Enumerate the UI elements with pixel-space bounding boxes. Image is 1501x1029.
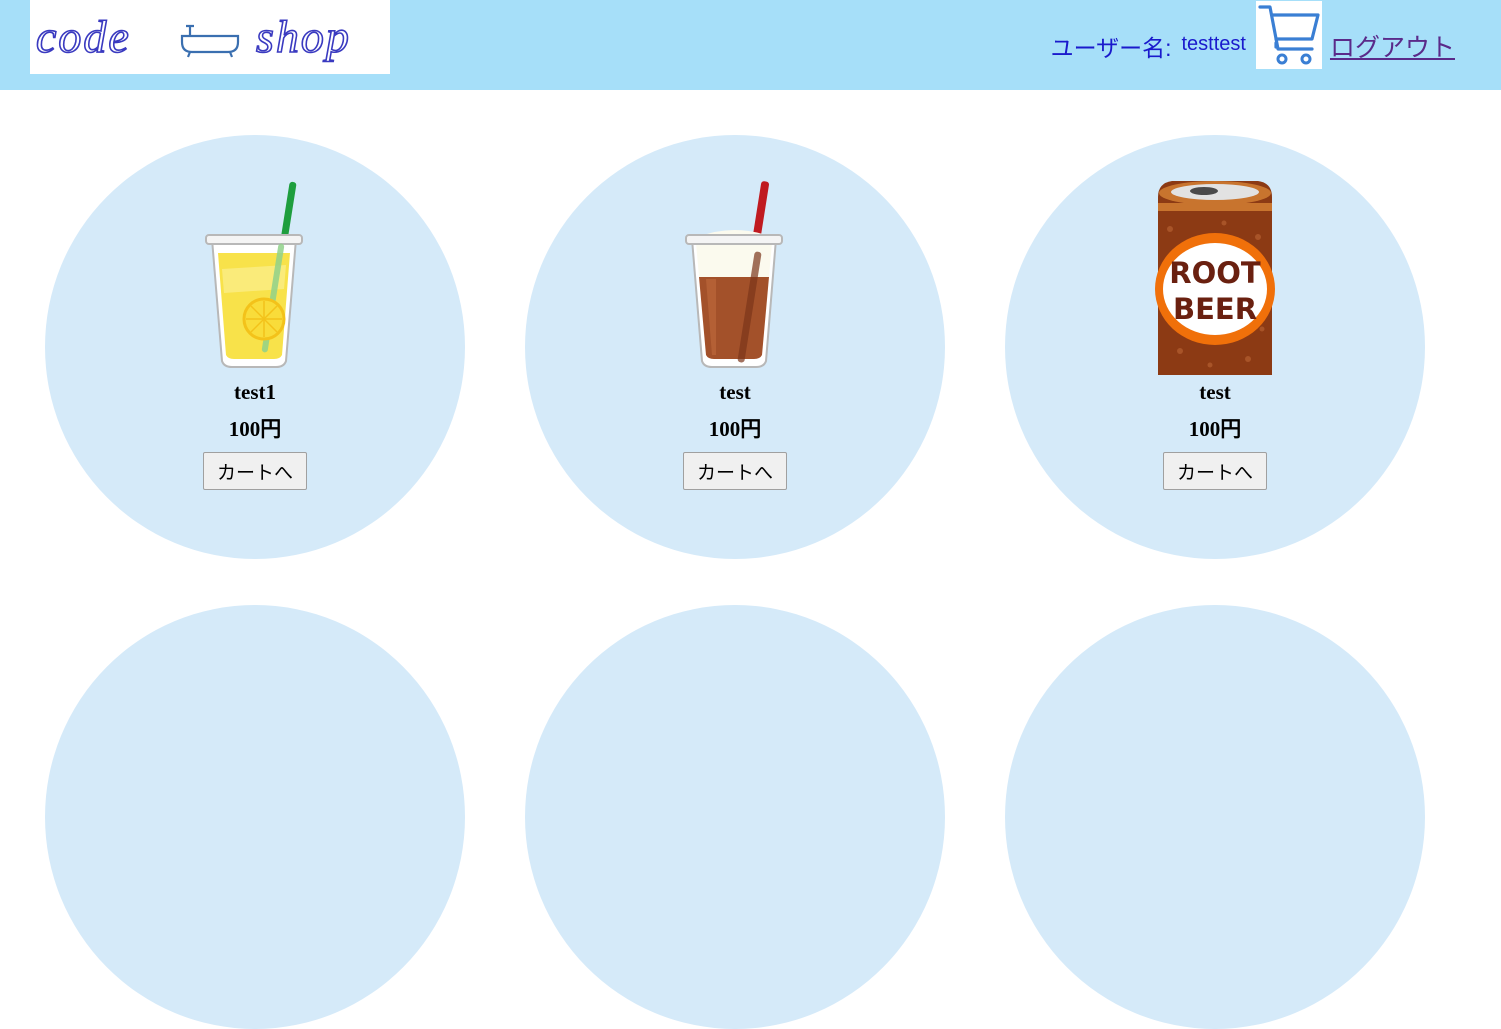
user-name-value: testtest xyxy=(1181,32,1246,55)
site-logo[interactable]: code shop xyxy=(30,0,390,74)
product-price: 100円 xyxy=(708,417,762,441)
can-label-line-2: BEER xyxy=(1173,292,1257,326)
root-beer-can-icon: ROOT BEER xyxy=(1155,181,1275,375)
lemonade-cup-icon xyxy=(205,181,303,368)
site-header: code shop ユーザー名: testtest ログアウト xyxy=(0,0,1501,90)
user-name-label: ユーザー名: xyxy=(1050,35,1172,61)
logout-link[interactable]: ログアウト xyxy=(1330,28,1455,64)
shopping-cart-icon[interactable] xyxy=(1255,1,1322,69)
product-name: test xyxy=(1199,380,1231,404)
user-area: ユーザー名: testtest ログアウト xyxy=(1051,0,1455,90)
svg-text:shop: shop xyxy=(256,11,351,62)
product-card xyxy=(525,605,945,1029)
product-card xyxy=(1005,605,1425,1029)
product-card xyxy=(45,605,465,1029)
product-card: test1 100円 カートへ xyxy=(45,135,465,559)
product-price: 100円 xyxy=(1188,417,1242,441)
product-card: test 100円 カートへ xyxy=(525,135,945,559)
product-price: 100円 xyxy=(228,417,282,441)
logo-graphic: code shop xyxy=(35,10,351,63)
product-name: test xyxy=(719,380,751,404)
add-to-cart-button[interactable]: カートへ xyxy=(683,452,787,490)
add-to-cart-button[interactable]: カートへ xyxy=(203,452,307,490)
product-name: test1 xyxy=(234,380,276,404)
svg-text:code: code xyxy=(36,11,131,62)
can-label-line-1: ROOT xyxy=(1169,256,1261,290)
product-card: ROOT BEER test 100円 カートへ xyxy=(1005,135,1425,559)
add-to-cart-button[interactable]: カートへ xyxy=(1163,452,1267,490)
bathtub-icon xyxy=(180,24,240,58)
iced-coffee-cup-icon xyxy=(685,181,783,368)
